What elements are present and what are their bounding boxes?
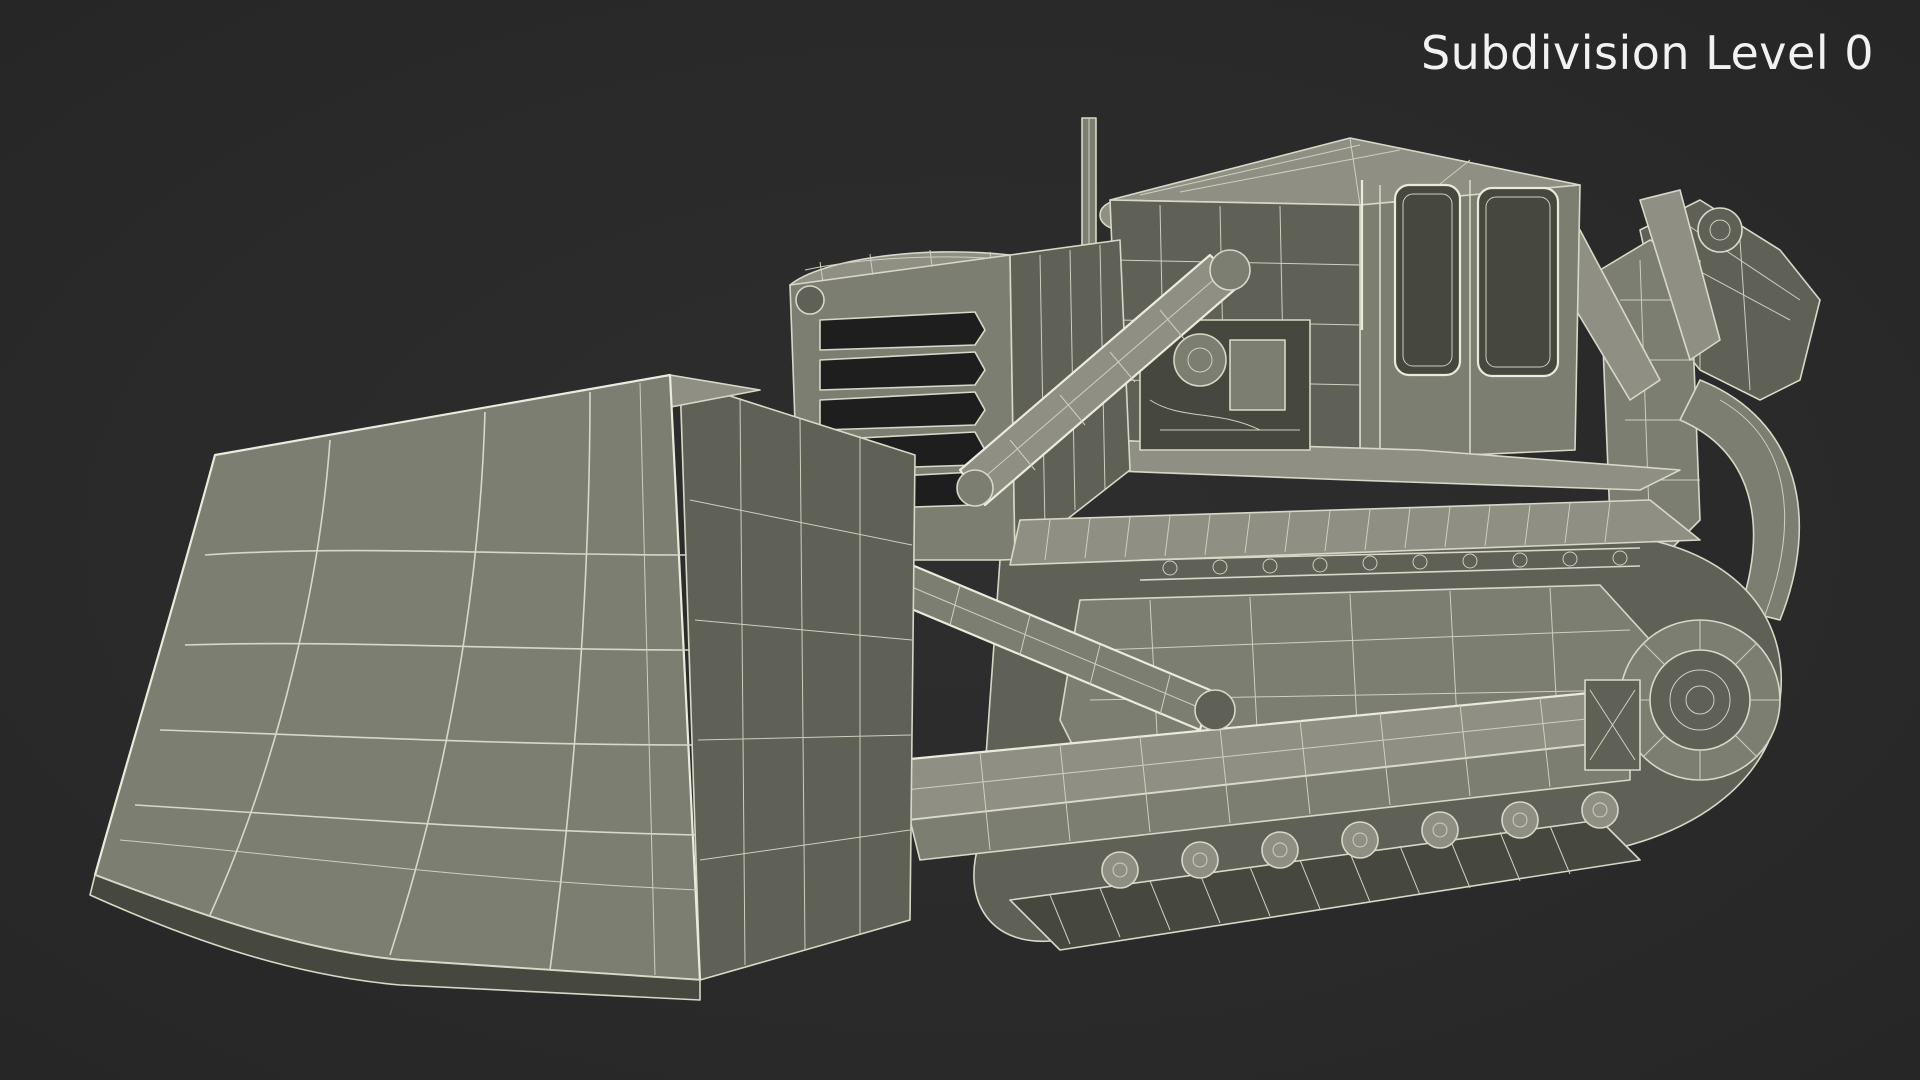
subdivision-level-label: Subdivision Level 0: [1420, 26, 1874, 80]
render-viewport: Subdivision Level 0: [0, 0, 1920, 1080]
dozer-blade: [89, 373, 916, 1001]
drive-sprocket: [1619, 619, 1781, 781]
bulldozer-wireframe-render: [89, 117, 1821, 1001]
